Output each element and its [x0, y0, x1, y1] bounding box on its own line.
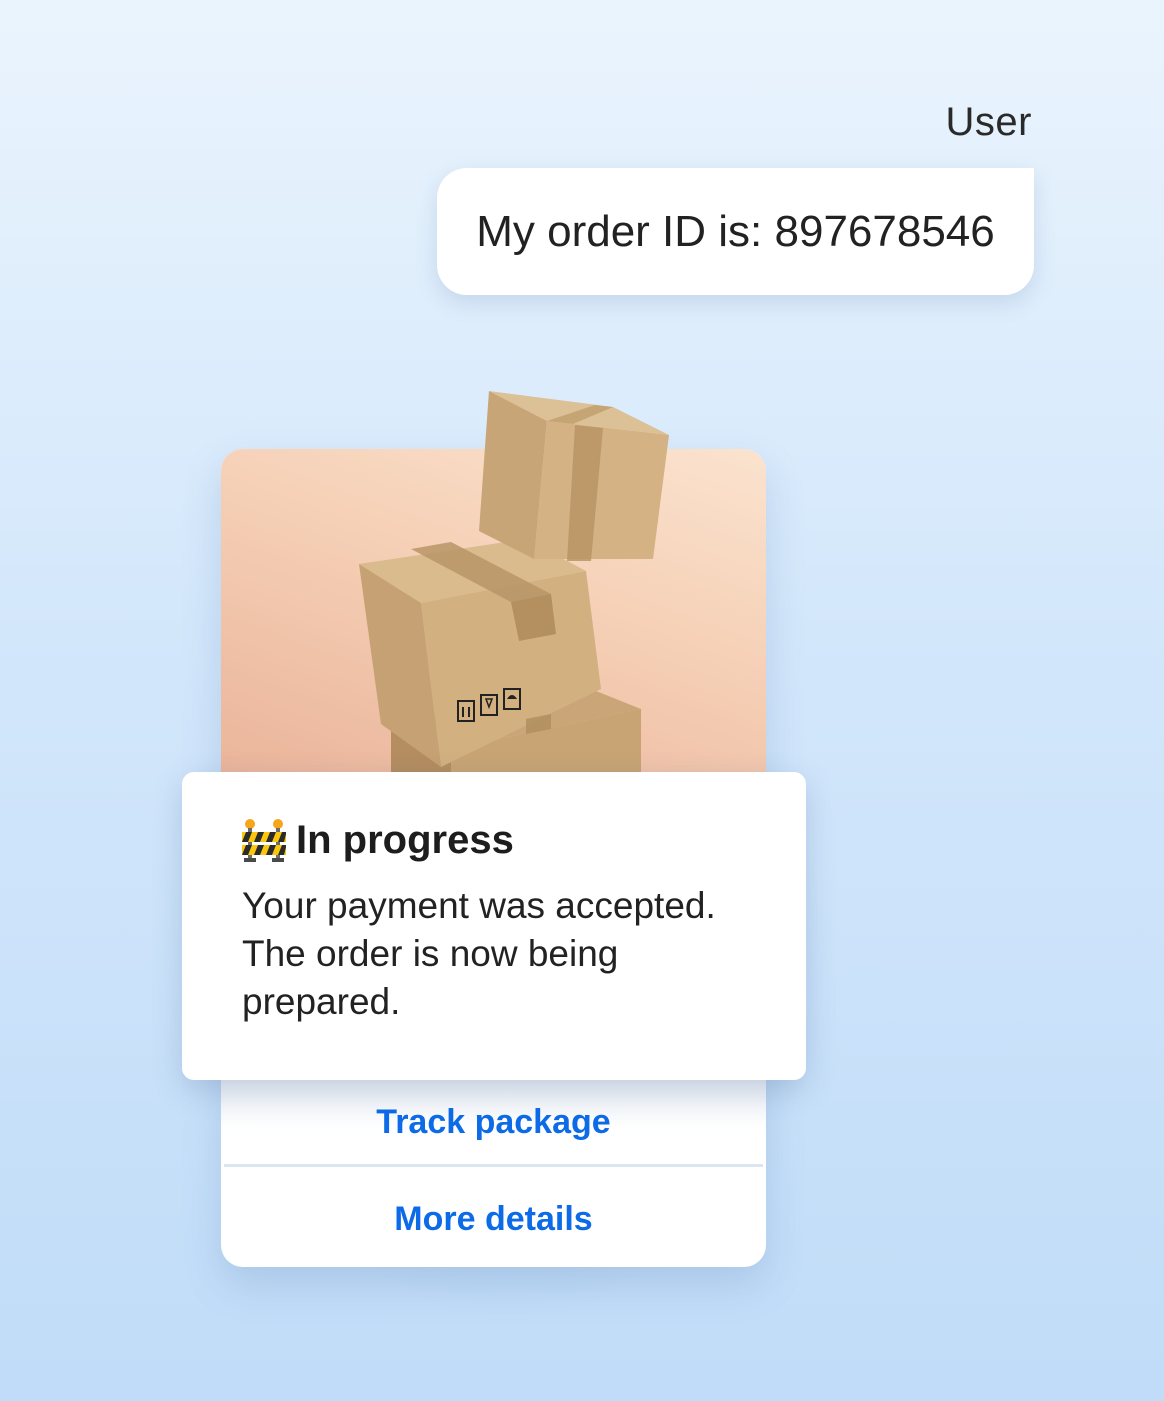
sender-label: User: [945, 100, 1032, 144]
product-image: [221, 391, 766, 789]
track-package-button[interactable]: Track package: [221, 1080, 766, 1164]
status-description: Your payment was accepted. The order is …: [242, 882, 762, 1026]
divider: [224, 1164, 763, 1167]
top-box: [479, 391, 669, 561]
user-message-bubble: My order ID is: 897678546: [437, 168, 1034, 295]
status-line: prepared.: [242, 981, 401, 1022]
construction-barrier-icon: [242, 819, 286, 862]
more-details-button[interactable]: More details: [221, 1171, 766, 1267]
user-message-text: My order ID is: 897678546: [476, 206, 995, 256]
status-title: In progress: [296, 817, 514, 862]
status-line: Your payment was accepted.: [242, 885, 716, 926]
order-status-card: In progress Your payment was accepted. T…: [182, 772, 806, 1080]
status-line: The order is now being: [242, 933, 619, 974]
status-title-row: In progress: [240, 816, 514, 864]
boxes-illustration: [359, 391, 669, 789]
